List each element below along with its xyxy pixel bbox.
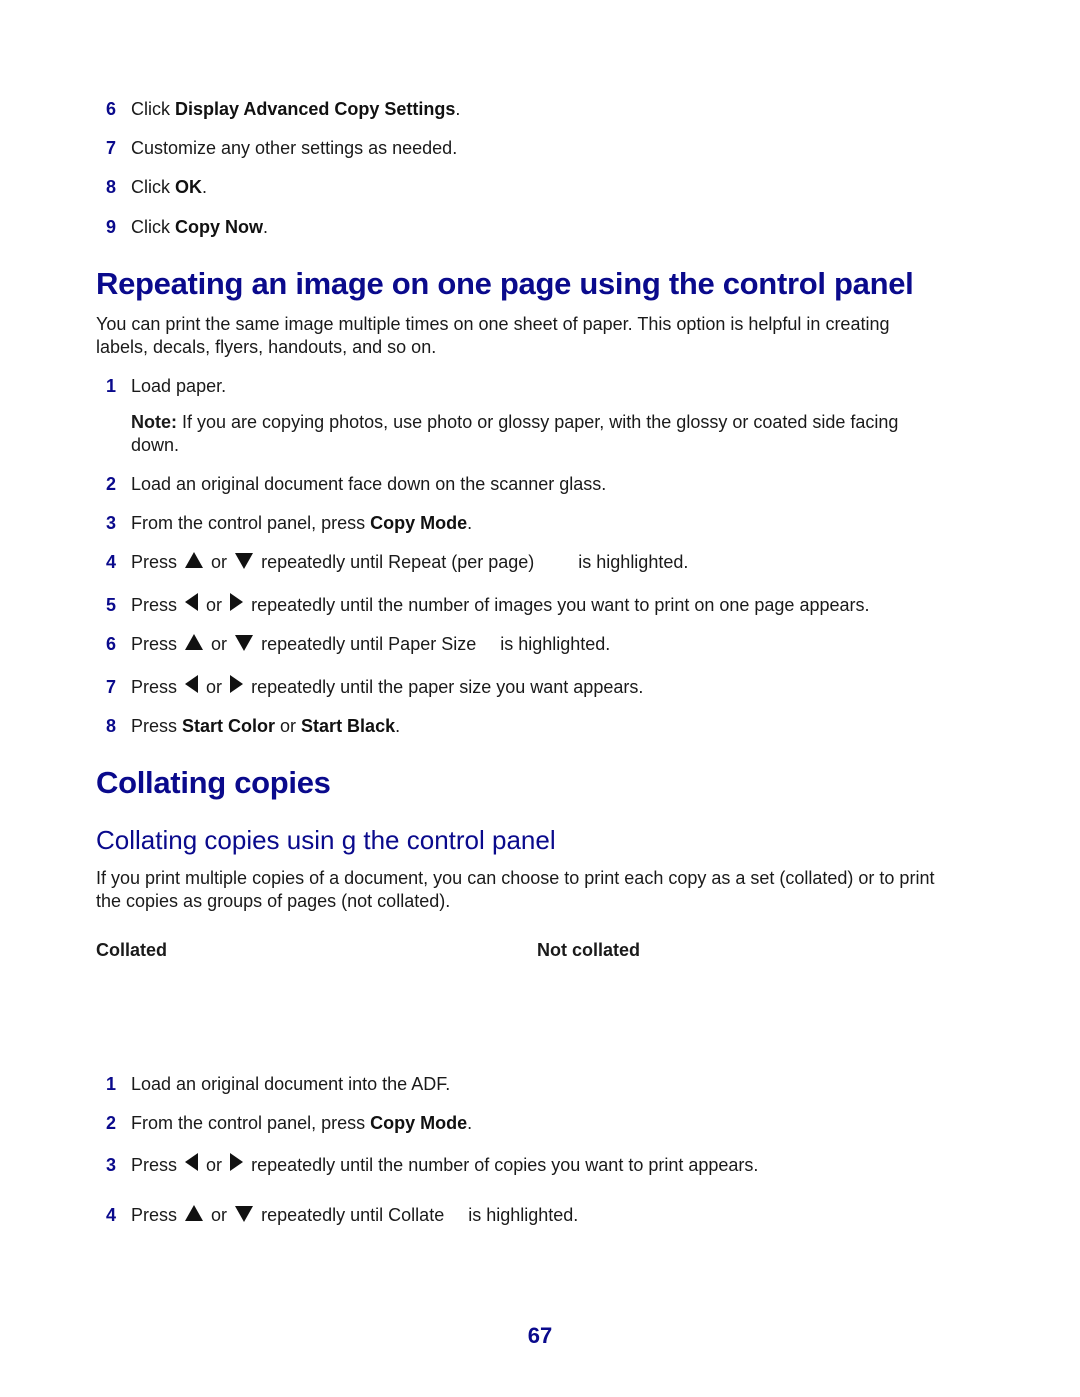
- step-7-top: 7 Customize any other settings as needed.: [106, 138, 458, 158]
- note: Note: If you are copying photos, use pho…: [131, 412, 899, 455]
- step-number: 6: [106, 634, 117, 654]
- step-number: 5: [106, 595, 117, 615]
- step-number: 7: [106, 138, 117, 158]
- subheading-collating-control-panel: Collating copies usin g the control pane…: [96, 825, 556, 855]
- s1-step-6: 6 Press or repeatedly until Paper Size is …: [106, 634, 611, 654]
- step-number: 4: [106, 1205, 117, 1225]
- left-arrow-icon: [185, 593, 199, 612]
- step-number: 3: [106, 513, 117, 533]
- note-label: Note:: [131, 412, 177, 432]
- s1-step-8: 8 Press Start Color or Start Black.: [106, 716, 401, 736]
- s1-step-4: 4 Press or repeatedly until Repeat (per p…: [106, 552, 689, 572]
- step-number: 1: [106, 376, 117, 396]
- step-9-top: 9 Click Copy Now.: [106, 217, 269, 237]
- s2-step-1: 1 Load an original document into the ADF.: [106, 1074, 451, 1094]
- section-heading-collating-copies: Collating copies: [96, 765, 331, 800]
- step-number: 4: [106, 552, 117, 572]
- right-arrow-icon: [230, 1153, 244, 1172]
- up-arrow-icon: [185, 552, 204, 569]
- up-arrow-icon: [185, 634, 204, 651]
- left-arrow-icon: [185, 1153, 199, 1172]
- s1-step-7: 7 Press or repeatedly until the paper siz…: [106, 675, 644, 697]
- left-arrow-icon: [185, 675, 199, 694]
- down-arrow-icon: [235, 1206, 254, 1223]
- step-number: 8: [106, 177, 117, 197]
- column-header-collated: Collated: [96, 940, 168, 960]
- section1-intro: You can print the same image multiple ti…: [96, 314, 890, 357]
- s1-step-1: 1 Load paper.: [106, 376, 227, 396]
- section2-intro: If you print multiple copies of a docume…: [96, 868, 935, 911]
- column-header-not-collated: Not collated: [537, 940, 641, 960]
- s1-step-5: 5 Press or repeatedly until the number of…: [106, 593, 870, 615]
- manual-page: 6 Click Display Advanced Copy Settings. 7…: [0, 0, 1080, 1397]
- right-arrow-icon: [230, 675, 244, 694]
- step-6-top: 6 Click Display Advanced Copy Settings.: [106, 99, 461, 119]
- s2-step-4: 4 Press or repeatedly until Collate is hig…: [106, 1205, 579, 1225]
- step-number: 2: [106, 1113, 117, 1133]
- step-number: 9: [106, 217, 117, 237]
- step-number: 6: [106, 99, 117, 119]
- step-8-top: 8 Click OK.: [106, 177, 208, 197]
- s1-step-2: 2 Load an original document face down on …: [106, 474, 607, 494]
- step-number: 3: [106, 1155, 117, 1175]
- step-number: 7: [106, 677, 117, 697]
- section-heading-repeating-image: Repeating an image on one page using the…: [96, 266, 914, 301]
- s2-step-2: 2 From the control panel, press Copy Mode…: [106, 1113, 473, 1133]
- right-arrow-icon: [230, 593, 244, 612]
- step-number: 1: [106, 1074, 117, 1094]
- s1-step-3: 3 From the control panel, press Copy Mode…: [106, 513, 473, 533]
- s2-step-3: 3 Press or repeatedly until the number of…: [106, 1153, 759, 1175]
- down-arrow-icon: [235, 635, 254, 652]
- step-number: 2: [106, 474, 117, 494]
- step-number: 8: [106, 716, 117, 736]
- up-arrow-icon: [185, 1205, 204, 1222]
- down-arrow-icon: [235, 553, 254, 570]
- page-number: 67: [527, 1323, 553, 1348]
